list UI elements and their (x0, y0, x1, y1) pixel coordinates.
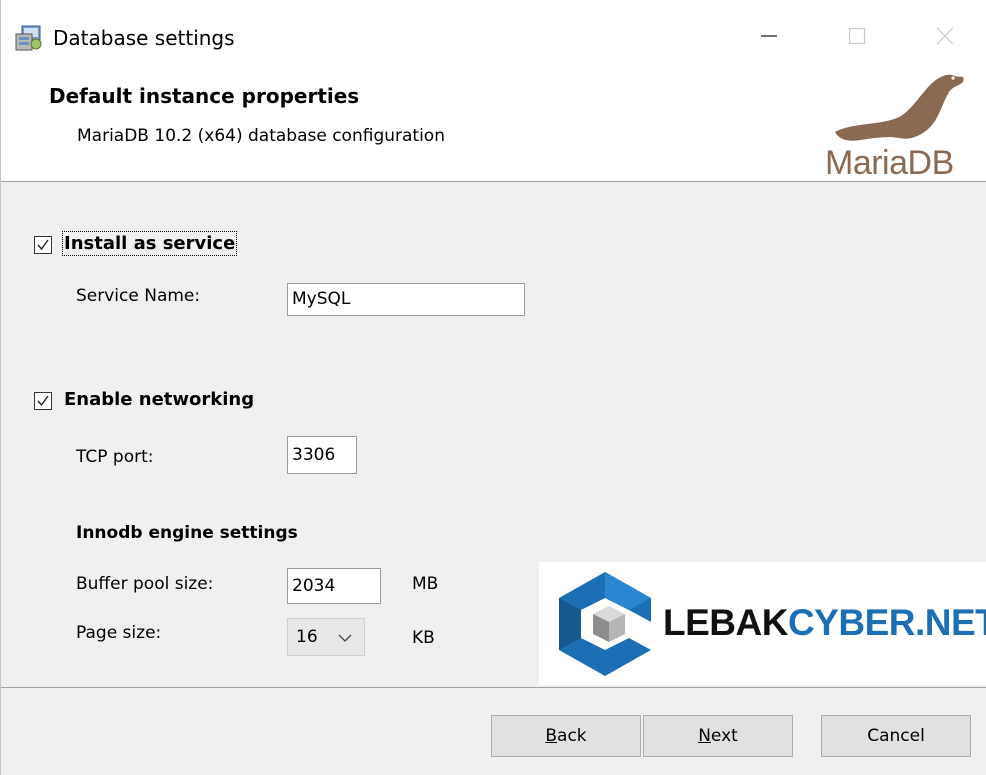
title-bar[interactable]: Database settings (1, 0, 986, 64)
enable-networking-label[interactable]: Enable networking (64, 389, 254, 410)
page-size-value: 16 (296, 627, 318, 647)
page-title: Default instance properties (49, 84, 360, 108)
chevron-down-icon (338, 634, 352, 642)
maximize-icon (848, 27, 866, 45)
installer-window: Database settings Default instance prope… (0, 0, 986, 775)
minimize-button[interactable] (739, 14, 799, 58)
buffer-pool-unit: MB (412, 574, 439, 594)
dialog-header: Default instance properties MariaDB 10.2… (1, 64, 986, 182)
innodb-settings-heading: Innodb engine settings (76, 523, 298, 543)
page-size-label: Page size: (76, 623, 162, 643)
buffer-pool-size-input[interactable]: 2034 (287, 568, 381, 604)
install-service-label[interactable]: Install as service (61, 231, 238, 256)
enable-networking-checkbox[interactable] (34, 392, 52, 410)
service-name-label: Service Name: (76, 286, 201, 306)
watermark-text-part1: LEBAK (663, 602, 788, 643)
next-button[interactable]: Next (643, 715, 793, 757)
back-button[interactable]: Back (491, 715, 641, 757)
cancel-button[interactable]: Cancel (821, 715, 971, 757)
page-size-unit: KB (412, 628, 435, 648)
window-title: Database settings (53, 26, 235, 50)
minimize-icon (761, 35, 777, 37)
page-subtitle: MariaDB 10.2 (x64) database configuratio… (77, 126, 445, 146)
next-mnemonic: N (698, 726, 711, 746)
service-name-input[interactable]: MySQL (287, 283, 525, 316)
lebakcyber-cube-logo (559, 572, 651, 676)
watermark-banner: LEBAKCYBER.NET (539, 562, 986, 685)
back-mnemonic: B (545, 726, 558, 746)
installer-icon (14, 24, 44, 52)
page-size-select[interactable]: 16 (287, 618, 365, 656)
close-button[interactable] (915, 14, 975, 58)
mariadb-logo-text: MariaDB (825, 144, 954, 182)
watermark-text-part2: CYBER.NET (787, 602, 986, 643)
next-label: ext (710, 726, 738, 746)
maximize-button[interactable] (827, 14, 887, 58)
footer-divider (1, 687, 986, 688)
back-label: ack (557, 726, 587, 746)
checkmark-icon (37, 239, 49, 251)
checkmark-icon (37, 395, 49, 407)
install-service-checkbox[interactable] (34, 236, 52, 254)
tcp-port-input[interactable]: 3306 (287, 436, 357, 474)
close-icon (936, 27, 954, 45)
tcp-port-label: TCP port: (76, 447, 154, 467)
buffer-pool-size-label: Buffer pool size: (76, 574, 214, 594)
watermark-text: LEBAKCYBER.NET (663, 602, 986, 644)
